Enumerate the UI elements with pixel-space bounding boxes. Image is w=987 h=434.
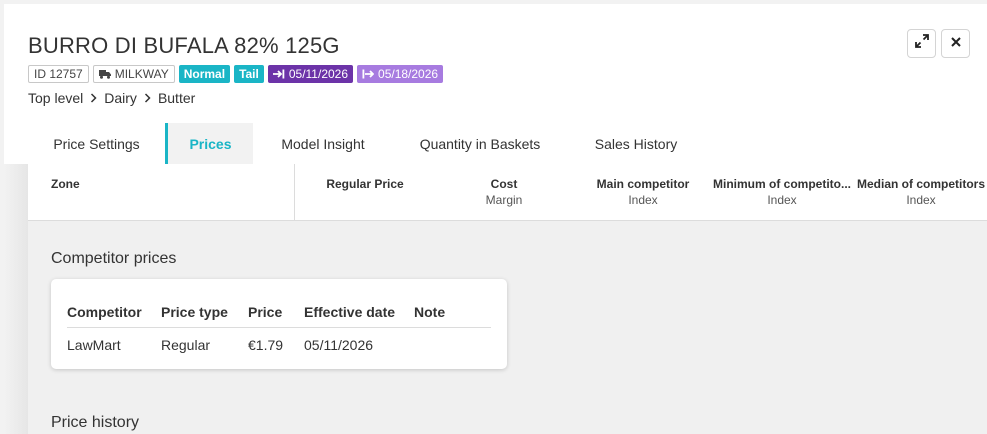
chevron-right-icon [90,93,97,103]
column-header-zone[interactable]: Zone [51,177,80,191]
truck-icon [98,69,111,79]
column-header-note: Note [414,304,446,320]
tab-sales-history[interactable]: Sales History [567,123,705,164]
competitor-prices-title: Competitor prices [51,250,177,267]
price-history-title: Price history [51,414,140,431]
end-date-label: 05/18/2026 [378,67,439,81]
competitor-prices-card: Competitor Price type Price Effective da… [51,279,507,369]
column-header-price: Price [248,304,283,320]
zone-table-header: Zone Regular Price Cost Margin Main comp… [28,164,987,221]
header-divider [67,327,491,328]
breadcrumb-item-top-level[interactable]: Top level [28,90,83,106]
column-subheader-index: Index [906,193,936,207]
column-header-median-competitors[interactable]: Median of competitors [857,177,985,191]
close-button[interactable] [941,29,970,58]
panel-edge [4,164,28,434]
column-subheader-margin: Margin [485,193,523,207]
column-header-cost[interactable]: Cost [491,177,518,191]
expand-arrows-icon [914,34,929,53]
brand-badge: MILKWAY [92,65,175,83]
tab-bar: Price Settings Prices Model Insight Quan… [28,123,705,164]
column-header-regular-price[interactable]: Regular Price [326,177,403,191]
cell-price-type: Regular [161,337,211,353]
cell-price: €1.79 [248,337,284,353]
column-header-effective-date: Effective date [304,304,396,320]
arrow-to-line-icon [272,69,285,79]
breadcrumb: Top level Dairy Butter [28,90,195,106]
column-header-min-competitors[interactable]: Minimum of competito... [713,177,851,191]
column-subheader-index: Index [628,193,658,207]
chevron-right-icon [144,93,151,103]
tab-price-settings[interactable]: Price Settings [28,123,165,164]
product-badges: ID 12757 MILKWAY Normal Tail 05/11/2026 … [28,65,444,83]
arrow-from-box-icon [362,69,375,79]
column-header-price-type: Price type [161,304,228,320]
status-badge-tail: Tail [234,65,264,83]
brand-label: MILKWAY [114,67,169,81]
column-header-competitor: Competitor [67,304,142,320]
close-icon [950,35,962,53]
tab-quantity-in-baskets[interactable]: Quantity in Baskets [393,123,567,164]
breadcrumb-item-butter[interactable]: Butter [158,90,195,106]
column-header-main-competitor[interactable]: Main competitor [597,177,690,191]
tab-prices[interactable]: Prices [165,123,253,164]
tab-model-insight[interactable]: Model Insight [253,123,393,164]
column-subheader-index: Index [767,193,797,207]
product-title: BURRO DI BUFALA 82% 125G [28,33,340,58]
product-id-badge: ID 12757 [28,65,89,83]
status-badge-normal: Normal [178,65,231,83]
breadcrumb-item-dairy[interactable]: Dairy [104,90,137,106]
prices-content: Zone Regular Price Cost Margin Main comp… [28,164,987,434]
start-date-label: 05/11/2026 [288,67,349,81]
cell-effective-date: 05/11/2026 [304,337,374,353]
column-divider [294,164,295,221]
end-date-badge: 05/18/2026 [357,65,444,83]
cell-competitor: LawMart [67,337,121,353]
expand-button[interactable] [907,29,936,58]
start-date-badge: 05/11/2026 [267,65,354,83]
